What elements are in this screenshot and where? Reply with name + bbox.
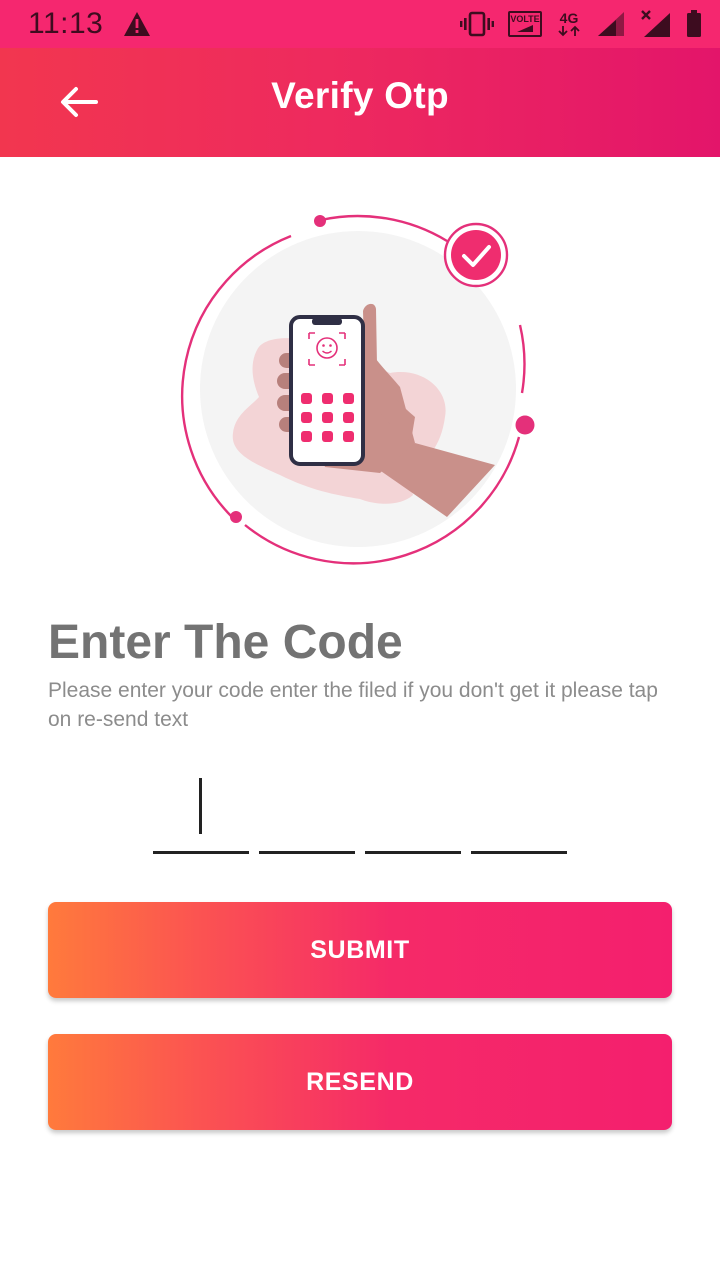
vibrate-icon bbox=[460, 11, 494, 37]
verify-otp-screen: 11:13 VOLTE 4G Verify Otp Enter The Code… bbox=[0, 0, 720, 1280]
text-cursor bbox=[199, 778, 202, 834]
otp-digit-1-wrapper bbox=[153, 770, 249, 854]
status-bar: 11:13 VOLTE 4G bbox=[0, 0, 720, 48]
volte-signal-icon bbox=[517, 25, 533, 32]
arrow-left-icon bbox=[61, 87, 98, 117]
description-text: Please enter your code enter the filed i… bbox=[48, 679, 658, 731]
signal-icon bbox=[598, 12, 624, 36]
status-time: 11:13 bbox=[28, 7, 104, 40]
otp-digit-4[interactable] bbox=[471, 770, 567, 854]
battery-icon bbox=[687, 10, 701, 37]
network-label: 4G bbox=[559, 10, 579, 26]
warning-icon bbox=[124, 12, 150, 36]
heading: Enter The Code bbox=[48, 616, 403, 669]
data-arrows-icon bbox=[558, 25, 580, 37]
volte-label: VOLTE bbox=[510, 14, 540, 24]
app-bar: Verify Otp bbox=[0, 48, 720, 157]
resend-button[interactable]: RESEND bbox=[48, 1034, 672, 1130]
volte-icon: VOLTE bbox=[508, 11, 542, 37]
phone-in-hand-verified-illustration bbox=[181, 214, 535, 565]
network-4g-icon: 4G bbox=[556, 11, 582, 37]
submit-button[interactable]: SUBMIT bbox=[48, 902, 672, 998]
otp-digit-3[interactable] bbox=[365, 770, 461, 854]
signal-no-service-icon bbox=[641, 10, 670, 37]
otp-digit-2[interactable] bbox=[259, 770, 355, 854]
otp-input-group bbox=[153, 770, 573, 856]
back-button[interactable] bbox=[48, 70, 112, 134]
status-icons: VOLTE 4G bbox=[460, 6, 702, 42]
